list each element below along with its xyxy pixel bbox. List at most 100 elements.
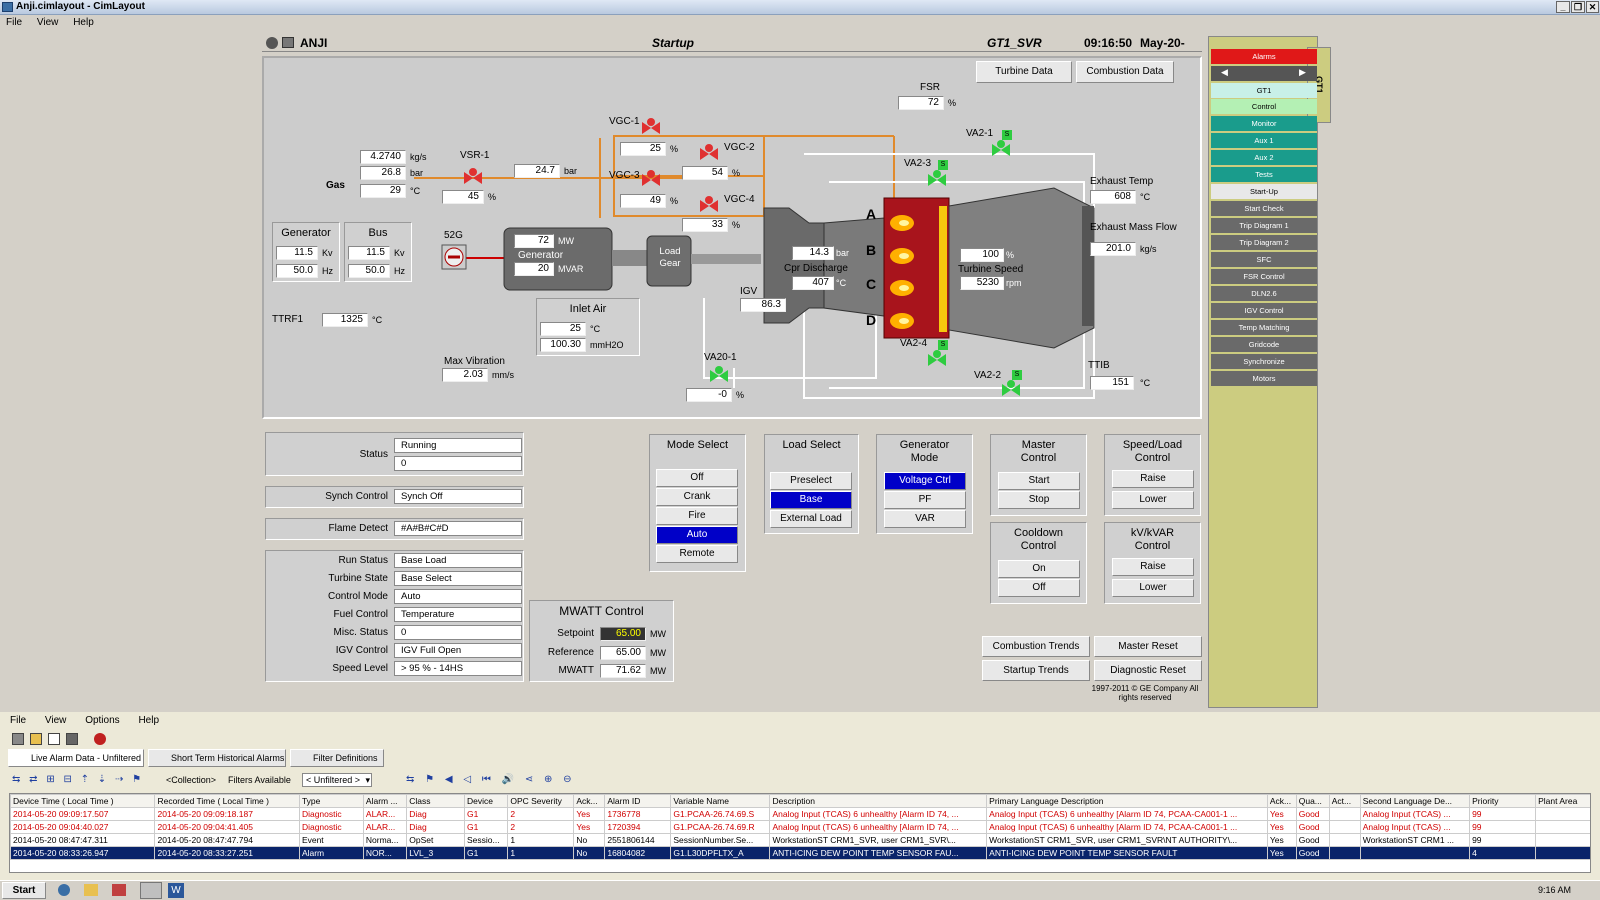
side-item-control[interactable]: Control	[1211, 99, 1317, 114]
tab-live-alarm-data[interactable]: Live Alarm Data - Unfiltered	[8, 749, 144, 767]
master-stop-button[interactable]: Stop	[998, 491, 1080, 509]
alarm-toolbar-icons[interactable]: ⇆ ⇄ ⊞ ⊟ ⇡ ⇣ ⇢ ⚑	[12, 774, 152, 786]
side-item-tests[interactable]: Tests	[1211, 167, 1317, 182]
col-header[interactable]: Alarm ...	[362, 794, 408, 808]
combustion-trends-button[interactable]: Combustion Trends	[982, 636, 1090, 657]
alarm-row[interactable]: 2014-05-20 09:09:17.507 2014-05-20 09:09:…	[10, 807, 1590, 821]
side-item-trip-diagram-2[interactable]: Trip Diagram 2	[1211, 235, 1317, 250]
side-item-synchronize[interactable]: Synchronize	[1211, 354, 1317, 369]
kvar-raise-button[interactable]: Raise	[1112, 558, 1194, 576]
save-icon[interactable]	[12, 733, 24, 745]
genmode-pf-button[interactable]: PF	[884, 491, 966, 509]
alarm-bell-icon[interactable]	[94, 733, 106, 745]
load-external-button[interactable]: External Load	[770, 510, 852, 528]
side-item-start-check[interactable]: Start Check	[1211, 201, 1317, 216]
col-header[interactable]: Priority	[1469, 794, 1537, 808]
va23-valve-icon[interactable]: S	[928, 160, 948, 186]
startup-trends-button[interactable]: Startup Trends	[982, 660, 1090, 681]
va22-valve-icon[interactable]: S	[1002, 370, 1022, 396]
side-item-startup[interactable]: Start-Up	[1211, 184, 1317, 199]
side-item-igv-control[interactable]: IGV Control	[1211, 303, 1317, 318]
combustion-data-button[interactable]: Combustion Data	[1076, 61, 1174, 83]
mode-auto-button[interactable]: Auto	[656, 526, 738, 544]
col-header[interactable]: Description	[769, 794, 988, 808]
setpoint-value[interactable]: 65.00	[600, 627, 646, 641]
col-header[interactable]: Act...	[1328, 794, 1361, 808]
load-preselect-button[interactable]: Preselect	[770, 472, 852, 490]
vgc3-valve-icon[interactable]	[642, 170, 660, 186]
side-item-dln[interactable]: DLN2.6	[1211, 286, 1317, 301]
vgc2-valve-icon[interactable]	[700, 144, 718, 160]
col-header[interactable]: Class	[406, 794, 466, 808]
nav-left-icon[interactable]: ◀	[1221, 67, 1228, 78]
side-item-gridcode[interactable]: Gridcode	[1211, 337, 1317, 352]
turbine-data-button[interactable]: Turbine Data	[976, 61, 1072, 83]
col-header[interactable]: Variable Name	[670, 794, 771, 808]
col-header[interactable]: Alarm ID	[604, 794, 672, 808]
side-item-motors[interactable]: Motors	[1211, 371, 1317, 386]
kvar-lower-button[interactable]: Lower	[1112, 579, 1194, 597]
mode-remote-button[interactable]: Remote	[656, 545, 738, 563]
alarm-row[interactable]: 2014-05-20 08:33:26.947 2014-05-20 08:33:…	[10, 846, 1590, 860]
side-item-fsr-control[interactable]: FSR Control	[1211, 269, 1317, 284]
side-item-trip-diagram-1[interactable]: Trip Diagram 1	[1211, 218, 1317, 233]
speed-raise-button[interactable]: Raise	[1112, 470, 1194, 488]
side-item-temp-matching[interactable]: Temp Matching	[1211, 320, 1317, 335]
col-header[interactable]: Second Language De...	[1359, 794, 1471, 808]
master-start-button[interactable]: Start	[998, 472, 1080, 490]
col-header[interactable]: OPC Severity	[507, 794, 575, 808]
genmode-voltage-button[interactable]: Voltage Ctrl	[884, 472, 966, 490]
open-folder-icon[interactable]	[30, 733, 42, 745]
col-header[interactable]: Recorded Time ( Local Time )	[154, 794, 300, 808]
cimlayout-task-icon[interactable]	[140, 882, 162, 899]
col-header[interactable]: Primary Language Description	[986, 794, 1268, 808]
va21-valve-icon[interactable]: S	[992, 130, 1012, 156]
col-header[interactable]: Plant Area	[1535, 794, 1590, 808]
va201-valve-icon[interactable]	[710, 366, 728, 382]
alarm-menu-options[interactable]: Options	[85, 715, 119, 726]
vsr1-valve-icon[interactable]	[464, 168, 482, 184]
alarms-button[interactable]: Alarms	[1211, 49, 1317, 64]
breaker-52g-icon[interactable]	[442, 245, 466, 269]
alarm-menu-help[interactable]: Help	[138, 715, 159, 726]
load-base-button[interactable]: Base	[770, 491, 852, 509]
col-header[interactable]: Device Time ( Local Time )	[10, 794, 156, 808]
app-icon-taskbar[interactable]	[112, 884, 126, 896]
col-header[interactable]: Qua...	[1295, 794, 1330, 808]
menu-view[interactable]: View	[37, 17, 59, 28]
tab-short-term-historical[interactable]: Short Term Historical Alarms	[148, 749, 286, 767]
menu-help[interactable]: Help	[73, 17, 94, 28]
ie-icon[interactable]	[58, 884, 70, 896]
restore-button[interactable]: ❐	[1571, 1, 1585, 13]
mode-off-button[interactable]: Off	[656, 469, 738, 487]
side-item-aux2[interactable]: Aux 2	[1211, 150, 1317, 165]
alarm-row[interactable]: 2014-05-20 09:04:40.027 2014-05-20 09:04:…	[10, 820, 1590, 834]
print-icon[interactable]	[282, 37, 294, 48]
menu-file[interactable]: File	[6, 17, 22, 28]
speed-lower-button[interactable]: Lower	[1112, 491, 1194, 509]
mode-fire-button[interactable]: Fire	[656, 507, 738, 525]
explorer-icon[interactable]	[84, 884, 98, 896]
filter-select[interactable]: < Unfiltered > ▾	[302, 773, 372, 787]
col-header[interactable]: Type	[298, 794, 364, 808]
alarm-nav-icons[interactable]: ⇆ ⚑ ◀ ◁ ⏮ 🔊 ⋖ ⊕ ⊖	[406, 774, 576, 786]
side-item-monitor[interactable]: Monitor	[1211, 116, 1317, 131]
close-button[interactable]: ✕	[1586, 1, 1599, 13]
col-header[interactable]: Ack...	[573, 794, 606, 808]
word-icon[interactable]: W	[168, 883, 184, 898]
alarm-row[interactable]: 2014-05-20 08:47:47.311 2014-05-20 08:47:…	[10, 833, 1590, 847]
side-item-gt1[interactable]: GT1	[1211, 83, 1317, 98]
vgc1-valve-icon[interactable]	[642, 118, 660, 134]
printer-icon[interactable]	[66, 733, 78, 745]
cooldown-off-button[interactable]: Off	[998, 579, 1080, 597]
side-item-aux1[interactable]: Aux 1	[1211, 133, 1317, 148]
genmode-var-button[interactable]: VAR	[884, 510, 966, 528]
diagnostic-reset-button[interactable]: Diagnostic Reset	[1094, 660, 1202, 681]
col-header[interactable]: Device	[464, 794, 509, 808]
new-document-icon[interactable]	[48, 733, 60, 745]
tab-filter-definitions[interactable]: Filter Definitions	[290, 749, 384, 767]
master-reset-button[interactable]: Master Reset	[1094, 636, 1202, 657]
alarm-menu-file[interactable]: File	[10, 715, 26, 726]
side-item-sfc[interactable]: SFC	[1211, 252, 1317, 267]
vgc4-valve-icon[interactable]	[700, 196, 718, 212]
